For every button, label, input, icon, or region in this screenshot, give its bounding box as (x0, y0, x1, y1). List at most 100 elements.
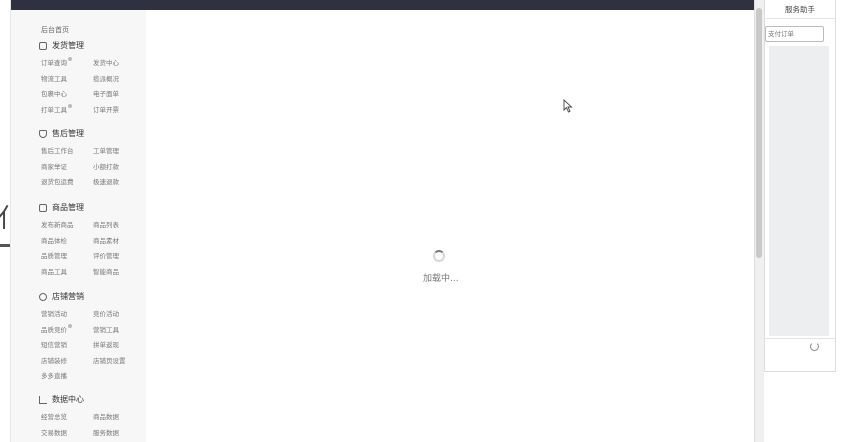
top-bar (11, 0, 755, 10)
sidebar-item[interactable]: 商家举证 (41, 161, 67, 171)
sidebar-item[interactable]: 打单工具 (41, 103, 72, 114)
shield-icon (39, 129, 47, 138)
sidebar-item[interactable]: 智能商品 (93, 266, 119, 276)
sidebar-item[interactable]: 店铺页设置 (93, 355, 126, 365)
sidebar-item-label: 商品数据 (93, 413, 119, 421)
sidebar-item-label: 品质管理 (41, 252, 67, 260)
sidebar-item-label: 商品体检 (41, 236, 67, 245)
sidebar-item[interactable]: 发货中心 (93, 57, 119, 67)
sidebar-item-label: 评价管理 (93, 252, 119, 260)
sidebar-item[interactable]: 小额打款 (93, 161, 119, 171)
sidebar-item-label: 商品素材 (93, 236, 119, 245)
sidebar-item[interactable]: 物流工具 (41, 73, 67, 83)
sidebar-item[interactable]: 商品素材 (93, 235, 119, 245)
sidebar-item[interactable]: 售后工作台 (41, 145, 74, 155)
sidebar-item[interactable]: 退货包运费 (41, 176, 74, 186)
sidebar-item[interactable]: 服务数据 (93, 427, 119, 437)
sidebar-item[interactable]: 拼单返现 (93, 339, 119, 349)
sidebar-item-label: 包裹中心 (41, 90, 67, 98)
sidebar-item[interactable]: 店铺装修 (41, 355, 67, 365)
sidebar-section-label: 发货管理 (52, 41, 84, 50)
sidebar-section-label: 售后管理 (52, 129, 84, 138)
sidebar-item-label: 短信营销 (41, 341, 67, 349)
service-assistant-panel: 服务助手 支付订单 (764, 0, 836, 372)
sidebar-item[interactable]: 商品数据 (93, 411, 119, 421)
sidebar-item-label: 工单管理 (93, 147, 119, 155)
sidebar-item[interactable]: 品质管理 (41, 250, 67, 260)
sidebar-item-label: 物流工具 (41, 74, 67, 83)
badge-dot-icon (68, 57, 72, 61)
sidebar-item-label: 竞价活动 (93, 310, 119, 318)
sidebar-section-title[interactable]: 商品管理 (39, 202, 84, 213)
sidebar-item[interactable]: 商品列表 (93, 219, 119, 229)
sidebar-item-label: 小额打款 (93, 162, 119, 171)
sidebar-section-title[interactable]: 发货管理 (39, 40, 84, 51)
sidebar-nav: 后台首页 发货管理订单查询 发货中心物流工具 揽派概况包裹中心 电子面单打单工具 订单开… (11, 10, 146, 442)
sidebar-item[interactable]: 极速退款 (93, 176, 119, 186)
sidebar-item[interactable]: 交易数据 (41, 427, 67, 437)
scrollbar-thumb[interactable] (756, 8, 762, 258)
sidebar-item-label: 售后工作台 (41, 147, 74, 155)
sidebar-item[interactable]: 营销工具 (93, 324, 119, 334)
sidebar-item-label: 订单查询 (41, 59, 67, 67)
sidebar-item[interactable]: 品质竞价 (41, 323, 72, 334)
sidebar-item[interactable]: 营销活动 (41, 308, 67, 318)
sidebar-item-label: 商品列表 (93, 221, 119, 229)
refresh-icon[interactable] (810, 342, 819, 351)
sidebar-item-label: 经营总览 (41, 413, 67, 421)
loading-text: 加载中... (423, 274, 459, 284)
sidebar-item[interactable]: 订单查询 (41, 57, 72, 67)
sidebar-item[interactable]: 工单管理 (93, 145, 119, 155)
main-scrollbar[interactable] (754, 0, 764, 442)
badge-dot-icon (68, 323, 72, 328)
right-margin (836, 0, 854, 442)
sidebar-item[interactable]: 商品工具 (41, 266, 67, 276)
assistant-title: 服务助手 (785, 5, 815, 14)
sidebar-section-title[interactable]: 店铺营销 (39, 291, 84, 302)
sidebar-item-label: 品质竞价 (41, 325, 67, 334)
sidebar-item[interactable]: 包裹中心 (41, 88, 67, 98)
sidebar-item[interactable]: 发布新商品 (41, 219, 74, 229)
chart-icon (39, 395, 47, 404)
sidebar-section-label: 商品管理 (52, 203, 84, 212)
clock-icon (39, 292, 47, 301)
sidebar-item[interactable]: 评价管理 (93, 250, 119, 260)
sidebar-item-label: 智能商品 (93, 267, 119, 276)
sidebar-item-label: 商品工具 (41, 267, 67, 276)
sidebar-item-label: 商家举证 (41, 162, 67, 171)
sidebar-item-label: 打单工具 (41, 105, 67, 114)
sidebar-item-label: 订单开票 (93, 105, 119, 114)
sidebar-item[interactable]: 竞价活动 (93, 308, 119, 318)
sidebar-section-label: 店铺营销 (52, 292, 84, 301)
sidebar-item[interactable]: 揽派概况 (93, 73, 119, 83)
sidebar-item-label: 发货中心 (93, 59, 119, 67)
assistant-divider (765, 18, 835, 19)
assistant-footer-divider (765, 338, 835, 339)
assistant-message-area (769, 46, 829, 336)
main-content: 加载中... (146, 10, 755, 442)
loading-spinner-icon (433, 250, 445, 262)
sidebar-item-label: 店铺页设置 (93, 356, 126, 365)
sidebar-item-home[interactable]: 后台首页 (41, 25, 69, 35)
badge-dot-icon (68, 103, 72, 108)
sidebar-section-title[interactable]: 售后管理 (39, 128, 84, 139)
sidebar-item-label: 拼单返现 (93, 341, 119, 349)
sidebar-item[interactable]: 订单开票 (93, 104, 119, 114)
sidebar-section-label: 数据中心 (52, 395, 84, 404)
sidebar-item[interactable]: 多多直播 (41, 370, 67, 380)
sidebar-section-title[interactable]: 数据中心 (39, 394, 84, 405)
sidebar-item[interactable]: 商品体检 (41, 235, 67, 245)
sidebar-item[interactable]: 电子面单 (93, 88, 119, 98)
sidebar-item-label: 营销工具 (93, 325, 119, 334)
box-icon (39, 41, 47, 50)
sidebar-item[interactable]: 经营总览 (41, 411, 67, 421)
sidebar-item-label: 极速退款 (93, 178, 119, 186)
assistant-input[interactable]: 支付订单 (765, 26, 824, 42)
sidebar-item-label: 电子面单 (93, 90, 119, 98)
sidebar-item-label: 营销活动 (41, 310, 67, 318)
goods-icon (39, 203, 47, 212)
sidebar-item-label: 多多直播 (41, 372, 67, 380)
sidebar-item[interactable]: 短信营销 (41, 339, 67, 349)
sidebar-item-label: 揽派概况 (93, 74, 119, 83)
main-window: 后台首页 发货管理订单查询 发货中心物流工具 揽派概况包裹中心 电子面单打单工具 订单开… (10, 0, 755, 442)
